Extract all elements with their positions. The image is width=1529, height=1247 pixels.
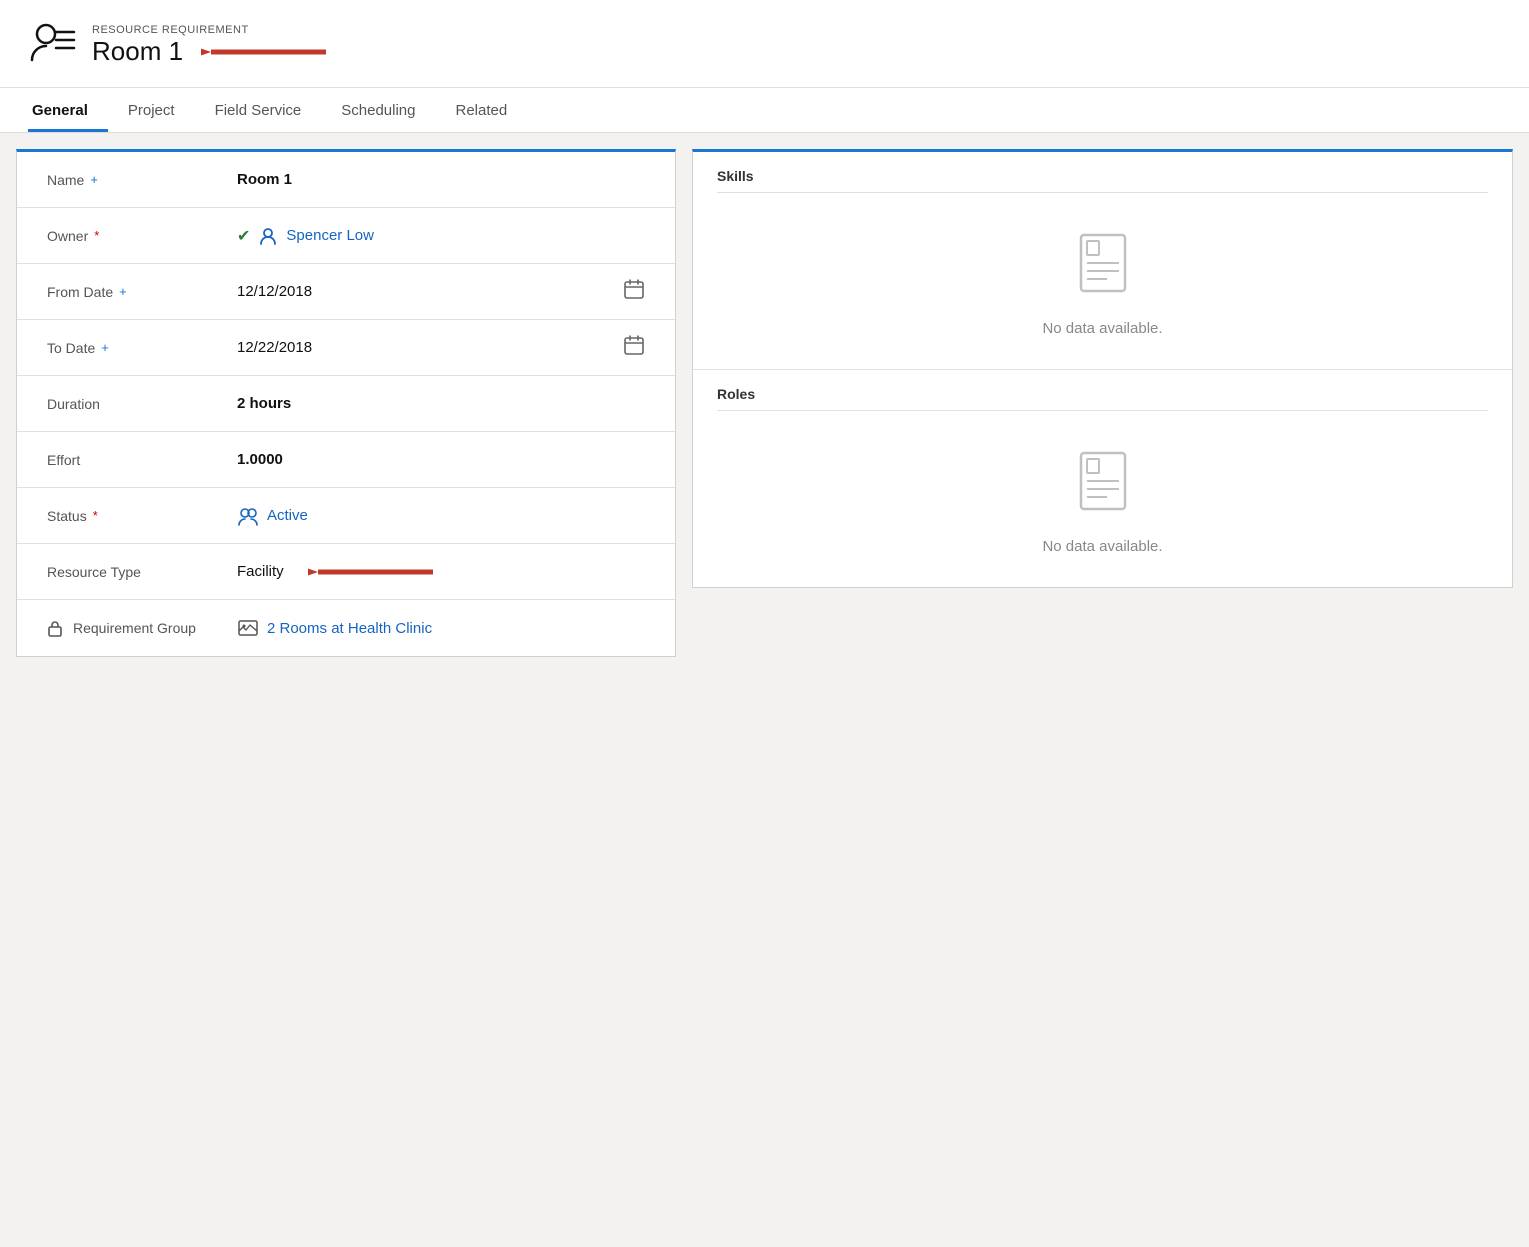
roles-no-data: No data available. — [717, 423, 1488, 575]
tab-field-service[interactable]: Field Service — [211, 88, 322, 132]
field-requirement-group-value: 2 Rooms at Health Clinic — [237, 617, 645, 639]
status-value-text[interactable]: Active — [267, 507, 308, 524]
tab-scheduling[interactable]: Scheduling — [337, 88, 435, 132]
field-from-date-label: From Date + — [47, 284, 237, 300]
tab-general[interactable]: General — [28, 88, 108, 132]
field-status-value: Active — [237, 505, 645, 527]
field-owner-label: Owner * — [47, 228, 237, 244]
to-date-text[interactable]: 12/22/2018 — [237, 339, 615, 356]
field-requirement-group-label: Requirement Group — [47, 619, 237, 637]
requirement-group-text[interactable]: 2 Rooms at Health Clinic — [267, 620, 432, 637]
from-date-calendar-icon[interactable] — [623, 278, 645, 305]
field-owner-value: ✔ Spencer Low — [237, 226, 645, 246]
header-subtitle: RESOURCE REQUIREMENT — [92, 24, 331, 36]
name-required-indicator: + — [90, 172, 98, 187]
page-title: Room 1 — [92, 36, 183, 67]
field-effort-row: Effort 1.0000 — [17, 432, 675, 488]
resource-requirement-icon — [28, 18, 76, 73]
field-effort-label: Effort — [47, 452, 237, 468]
status-group-icon — [237, 505, 259, 527]
tabs-bar: General Project Field Service Scheduling… — [0, 88, 1529, 133]
field-duration-row: Duration 2 hours — [17, 376, 675, 432]
owner-person-icon — [258, 226, 278, 246]
field-to-date-value: 12/22/2018 — [237, 334, 645, 361]
roles-section: Roles No data available. — [693, 370, 1512, 587]
req-group-image-icon — [237, 617, 259, 639]
field-from-date-row: From Date + 12/12/2018 — [17, 264, 675, 320]
resource-type-arrow-icon — [308, 559, 438, 585]
field-requirement-group-row: Requirement Group 2 Rooms at Health Clin… — [17, 600, 675, 656]
right-panels: Skills No data available. — [692, 149, 1513, 588]
field-effort-value[interactable]: 1.0000 — [237, 451, 645, 468]
from-date-required-indicator: + — [119, 284, 127, 299]
field-duration-value[interactable]: 2 hours — [237, 395, 645, 412]
field-resource-type-label: Resource Type — [47, 564, 237, 580]
roles-no-data-text: No data available. — [1042, 538, 1162, 555]
skills-title: Skills — [717, 168, 1488, 193]
resource-type-text[interactable]: Facility — [237, 563, 284, 580]
field-to-date-row: To Date + 12/22/2018 — [17, 320, 675, 376]
field-name-label: Name + — [47, 172, 237, 188]
owner-required-indicator: * — [94, 228, 99, 243]
header-text-block: RESOURCE REQUIREMENT Room 1 — [92, 24, 331, 67]
to-date-calendar-icon[interactable] — [623, 334, 645, 361]
main-content: Name + Room 1 Owner * ✔ Spencer Low — [0, 133, 1529, 673]
side-panel: Skills No data available. — [692, 149, 1513, 588]
field-from-date-value: 12/12/2018 — [237, 278, 645, 305]
field-name-row: Name + Room 1 — [17, 152, 675, 208]
field-duration-label: Duration — [47, 396, 237, 412]
tab-project[interactable]: Project — [124, 88, 195, 132]
field-name-value[interactable]: Room 1 — [237, 171, 645, 188]
owner-status-check-icon: ✔ — [237, 226, 250, 246]
roles-no-data-icon — [1073, 451, 1133, 530]
title-arrow-icon — [201, 37, 331, 67]
owner-name[interactable]: Spencer Low — [286, 227, 374, 244]
skills-no-data-icon — [1073, 233, 1133, 312]
lock-icon — [47, 619, 63, 637]
status-required-indicator: * — [93, 508, 98, 523]
field-resource-type-value: Facility — [237, 559, 645, 585]
field-status-row: Status * Active — [17, 488, 675, 544]
field-to-date-label: To Date + — [47, 340, 237, 356]
field-owner-row: Owner * ✔ Spencer Low — [17, 208, 675, 264]
roles-title: Roles — [717, 386, 1488, 411]
form-panel: Name + Room 1 Owner * ✔ Spencer Low — [16, 149, 676, 657]
from-date-text[interactable]: 12/12/2018 — [237, 283, 615, 300]
skills-section: Skills No data available. — [693, 152, 1512, 370]
tab-related[interactable]: Related — [452, 88, 528, 132]
field-resource-type-row: Resource Type Facility — [17, 544, 675, 600]
field-status-label: Status * — [47, 508, 237, 524]
skills-no-data-text: No data available. — [1042, 320, 1162, 337]
page-header: RESOURCE REQUIREMENT Room 1 — [0, 0, 1529, 88]
skills-no-data: No data available. — [717, 205, 1488, 357]
to-date-required-indicator: + — [101, 340, 109, 355]
